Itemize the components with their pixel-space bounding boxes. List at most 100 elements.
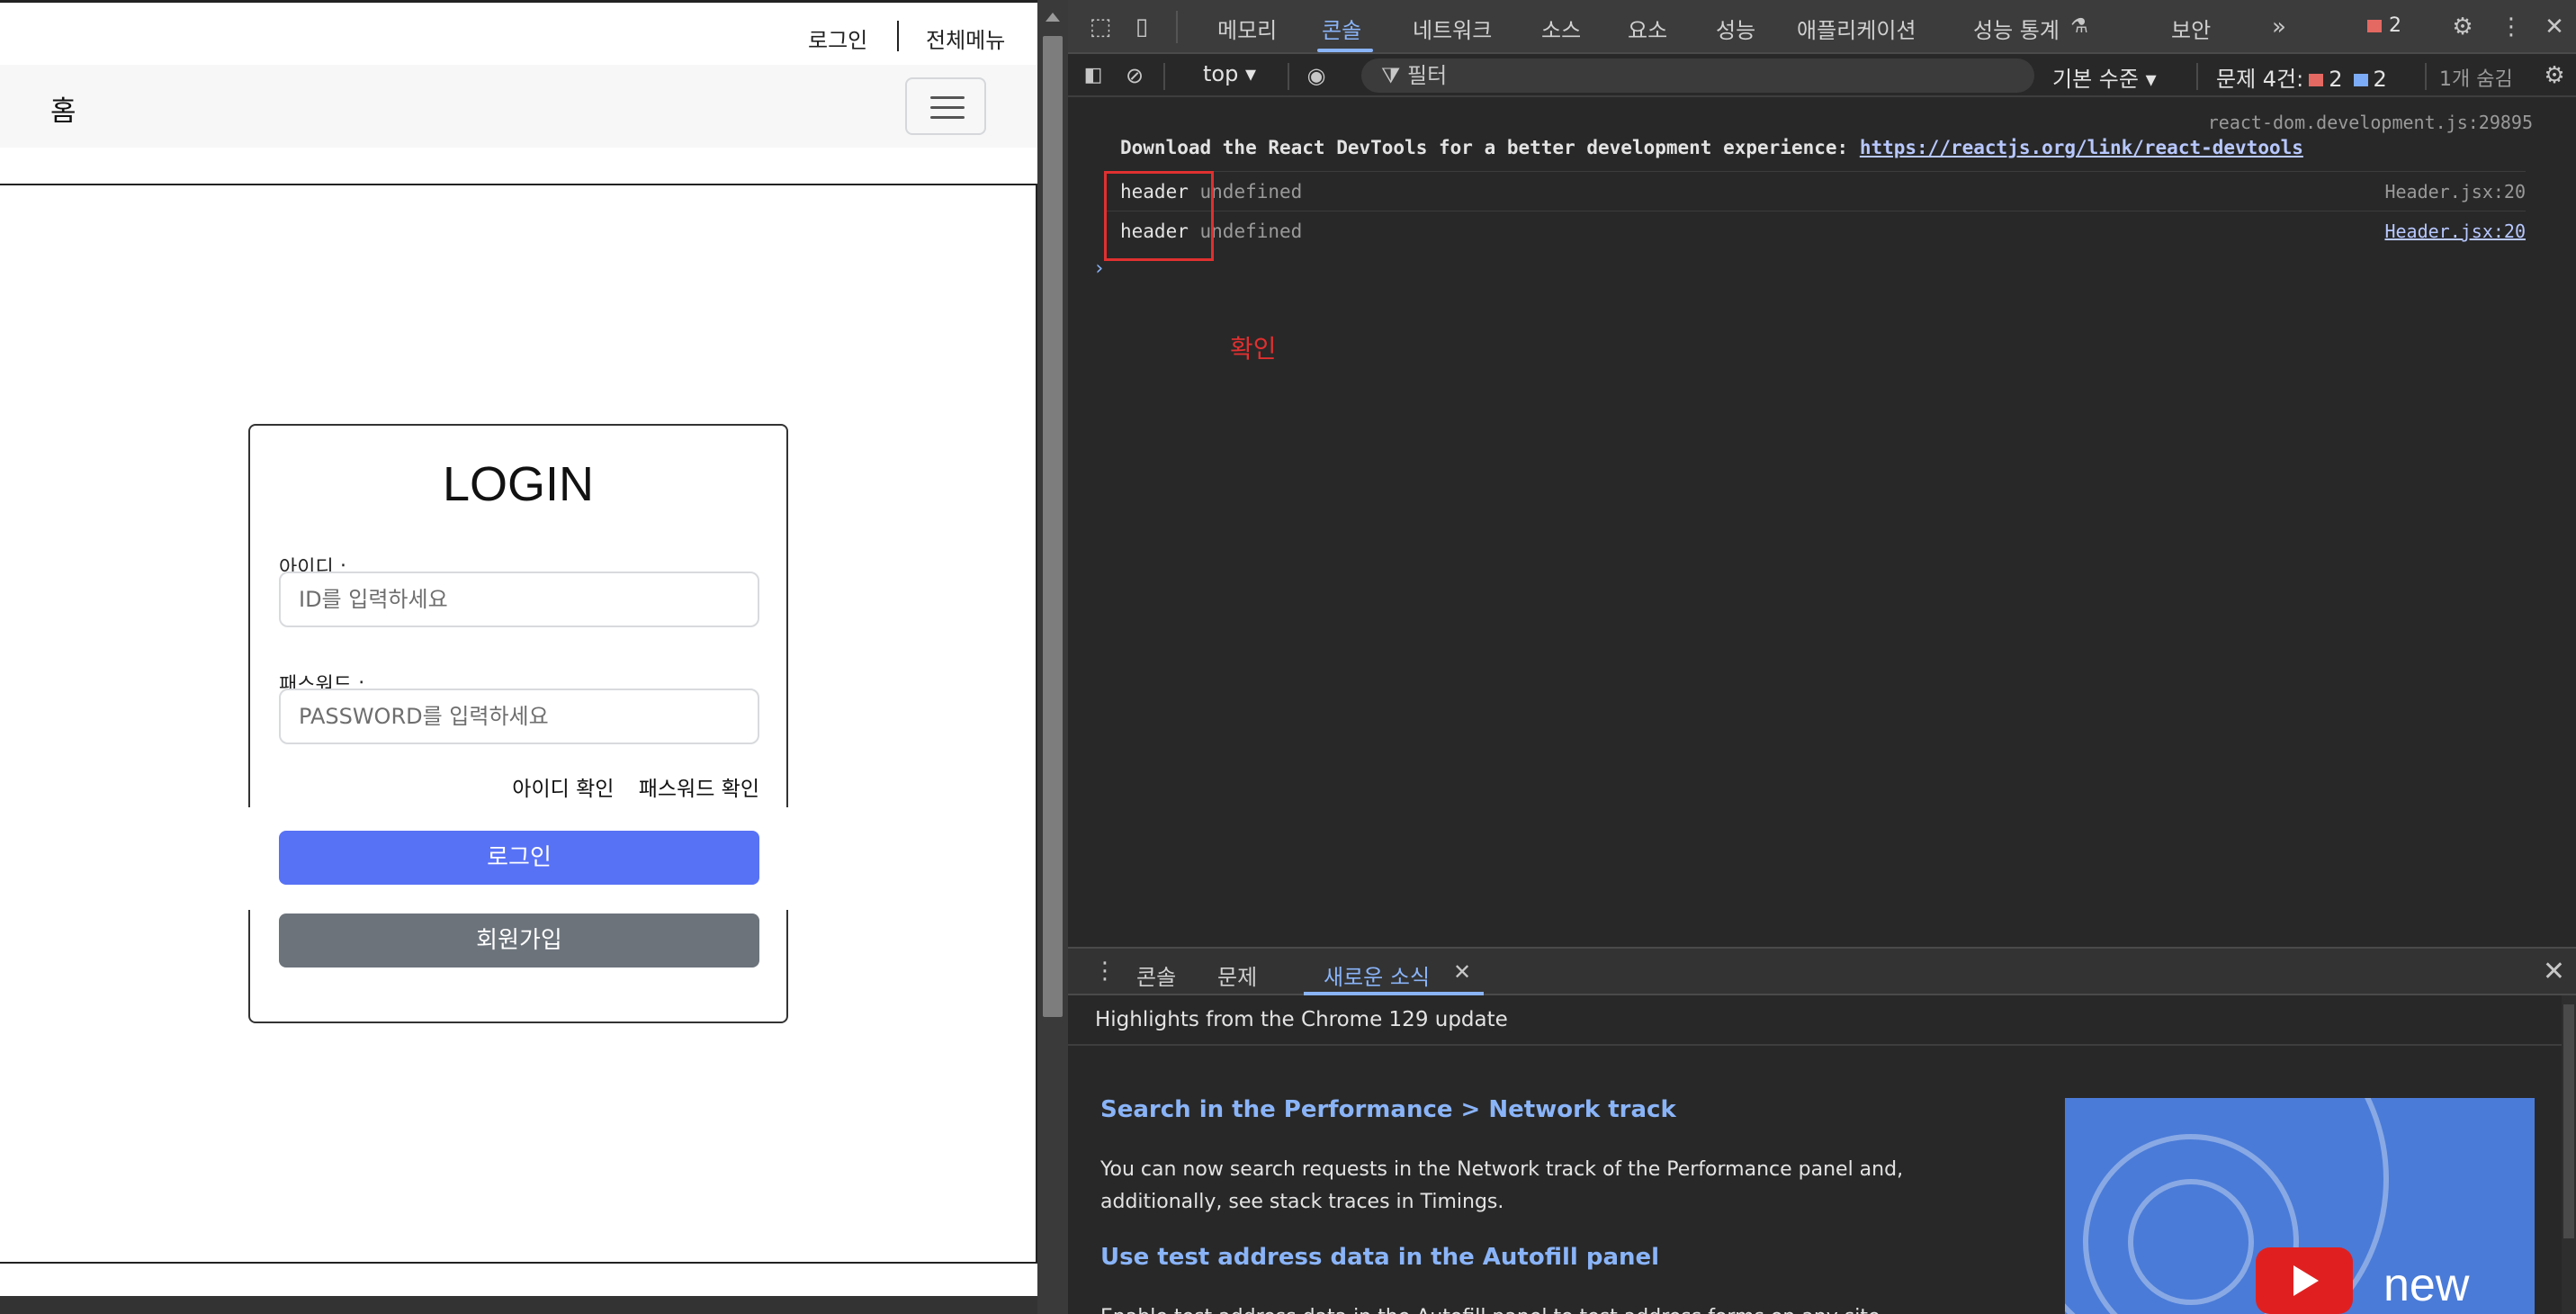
inspect-element-icon[interactable]: ⬚: [1086, 13, 1115, 41]
scrollbar-thumb[interactable]: [1043, 36, 1063, 1017]
utility-bar: 로그인 전체메뉴: [0, 0, 1037, 65]
annotation-text: 확인: [1230, 334, 1277, 364]
log-level-value: 기본 수준: [2052, 67, 2139, 92]
issues-errors: 2: [2329, 67, 2343, 92]
util-login-link[interactable]: 로그인: [808, 22, 867, 54]
context-value: top: [1203, 61, 1239, 86]
find-id-link[interactable]: 아이디 확인: [512, 778, 614, 801]
hamburger-icon: [930, 96, 965, 99]
tab-performance-insights[interactable]: 성능 통계: [1973, 13, 2060, 44]
devtools-tab-bar: ⬚ ▯ 메모리 콘솔 네트워크 소스 요소 성능 애플리케이션 성능 통계 ⚗ …: [1068, 0, 2576, 54]
toolbar-separator: [2196, 63, 2198, 90]
video-thumbnail[interactable]: new: [2065, 1098, 2535, 1314]
flask-icon: ⚗: [2070, 15, 2088, 38]
devtools-panel: ⬚ ▯ 메모리 콘솔 네트워크 소스 요소 성능 애플리케이션 성능 통계 ⚗ …: [1068, 0, 2576, 1314]
drawer-tab-issues[interactable]: 문제: [1217, 959, 1257, 991]
feature-description: Enable test address data in the Autofill…: [1100, 1301, 2000, 1314]
annotation-highlight-box: [1104, 171, 1214, 261]
divider: [1068, 1044, 2562, 1046]
page-bottom-bar: [0, 1296, 1037, 1314]
close-tab-icon[interactable]: ✕: [1453, 959, 1471, 985]
issues-info: 2: [2373, 67, 2387, 92]
info-flag-icon: [2353, 74, 2368, 86]
issues-label: 문제 4건:: [2216, 67, 2304, 92]
scroll-up-arrow-icon[interactable]: [1046, 13, 1060, 22]
find-links: 아이디 확인 패스워드 확인: [250, 771, 759, 802]
react-devtools-message: Download the React DevTools for a better…: [1120, 137, 2303, 158]
error-flag-icon: [2367, 20, 2382, 32]
filter-placeholder: 필터: [1407, 63, 1448, 88]
feature-title[interactable]: Search in the Performance > Network trac…: [1100, 1096, 1676, 1123]
tab-console[interactable]: 콘솔: [1322, 13, 1361, 44]
web-page: 로그인 전체메뉴 홈 LOGIN 아이디 : 패스워드 : 아이디 확인 패스워…: [0, 0, 1037, 1314]
error-count-badge[interactable]: 2: [2367, 14, 2401, 37]
tab-security[interactable]: 보안: [2171, 13, 2211, 44]
close-icon[interactable]: ✕: [2540, 13, 2569, 41]
error-flag-icon: [2309, 74, 2324, 86]
message-text: Download the React DevTools for a better…: [1120, 137, 1860, 158]
thumbnail-caption: new: [2383, 1259, 2470, 1311]
active-tab-indicator: [1317, 49, 1373, 52]
device-toolbar-icon[interactable]: ▯: [1127, 13, 1156, 41]
console-log-row: header undefined Header.jsx:20: [1104, 171, 2526, 211]
clear-console-icon[interactable]: ⊘: [1120, 61, 1149, 90]
console-toolbar: ◧ ⊘ top ▾ ◉ ⧩ 필터 기본 수준 ▾ 문제 4건: 2 2 1개 숨김 …: [1068, 56, 2576, 97]
tab-network[interactable]: 네트워크: [1413, 13, 1492, 44]
signup-button[interactable]: 회원가입: [279, 914, 759, 968]
chevron-double-right-icon[interactable]: »: [2265, 13, 2293, 41]
react-devtools-link[interactable]: https://reactjs.org/link/react-devtools: [1860, 137, 2303, 158]
hamburger-icon-bar: [930, 116, 965, 119]
find-password-link[interactable]: 패스워드 확인: [639, 778, 759, 801]
feature-title[interactable]: Use test address data in the Autofill pa…: [1100, 1244, 1659, 1271]
tab-application[interactable]: 애플리케이션: [1797, 13, 1916, 44]
toolbar-separator: [2425, 63, 2427, 90]
issues-counter[interactable]: 문제 4건: 2 2: [2216, 61, 2387, 93]
tab-memory[interactable]: 메모리: [1217, 13, 1277, 44]
filter-input[interactable]: ⧩ 필터: [1361, 58, 2034, 93]
tab-elements[interactable]: 요소: [1628, 13, 1667, 44]
drawer-tab-bar: ⋮ 콘솔 문제 새로운 소식 ✕ ✕: [1068, 947, 2576, 995]
whats-new-panel: Highlights from the Chrome 129 update Se…: [1068, 995, 2576, 1314]
gear-icon[interactable]: ⚙: [2448, 13, 2477, 41]
drawer-tab-console[interactable]: 콘솔: [1136, 959, 1176, 991]
context-selector[interactable]: top ▾: [1203, 61, 1256, 86]
youtube-play-icon[interactable]: [2256, 1247, 2353, 1314]
console-settings-gear-icon[interactable]: ⚙: [2540, 61, 2569, 90]
log-source-link[interactable]: Header.jsx:20: [2384, 181, 2526, 202]
toolbar-separator: [1163, 63, 1165, 90]
drawer-close-icon[interactable]: ✕: [2543, 956, 2565, 987]
panel-scrollbar[interactable]: [2562, 995, 2576, 1314]
error-count: 2: [2389, 14, 2401, 37]
log-source-link[interactable]: Header.jsx:20: [2384, 220, 2526, 242]
hamburger-icon-bar: [930, 106, 965, 109]
eye-icon[interactable]: ◉: [1302, 61, 1331, 90]
drawer-tab-whats-new[interactable]: 새로운 소식: [1324, 959, 1430, 991]
password-input[interactable]: [279, 688, 759, 744]
tab-performance[interactable]: 성능: [1716, 13, 1755, 44]
react-source-link[interactable]: react-dom.development.js:29895: [2208, 112, 2533, 133]
id-input[interactable]: [279, 572, 759, 627]
console-output: react-dom.development.js:29895 Download …: [1068, 99, 2576, 945]
more-vertical-icon[interactable]: ⋮: [2497, 13, 2526, 41]
log-level-dropdown[interactable]: 기본 수준 ▾: [2052, 61, 2157, 93]
util-all-menu-link[interactable]: 전체메뉴: [926, 22, 1005, 54]
util-divider: [897, 21, 899, 51]
login-title: LOGIN: [442, 457, 595, 511]
feature-description: You can now search requests in the Netwo…: [1100, 1158, 1904, 1213]
navbar-toggler-button[interactable]: [905, 77, 986, 135]
tab-separator: [1176, 11, 1178, 43]
login-card: LOGIN 아이디 : 패스워드 : 아이디 확인 패스워드 확인 로그인 회원…: [247, 424, 794, 1023]
sidebar-toggle-icon[interactable]: ◧: [1079, 61, 1108, 90]
scrollbar-thumb[interactable]: [2563, 1004, 2574, 1238]
tab-sources[interactable]: 소스: [1541, 13, 1581, 44]
navbar: 홈: [0, 65, 1037, 148]
login-button[interactable]: 로그인: [279, 831, 759, 885]
page-scrollbar[interactable]: [1037, 0, 1068, 1314]
drawer-menu-icon[interactable]: ⋮: [1093, 958, 1117, 985]
log-value: undefined: [1199, 220, 1303, 242]
console-log-row: header undefined Header.jsx:20: [1104, 211, 2526, 250]
nav-home-link[interactable]: 홈: [50, 88, 76, 129]
hidden-count: 1개 숨김: [2439, 68, 2513, 91]
whats-new-header: Highlights from the Chrome 129 update: [1095, 1008, 1508, 1031]
log-value: undefined: [1199, 181, 1303, 202]
